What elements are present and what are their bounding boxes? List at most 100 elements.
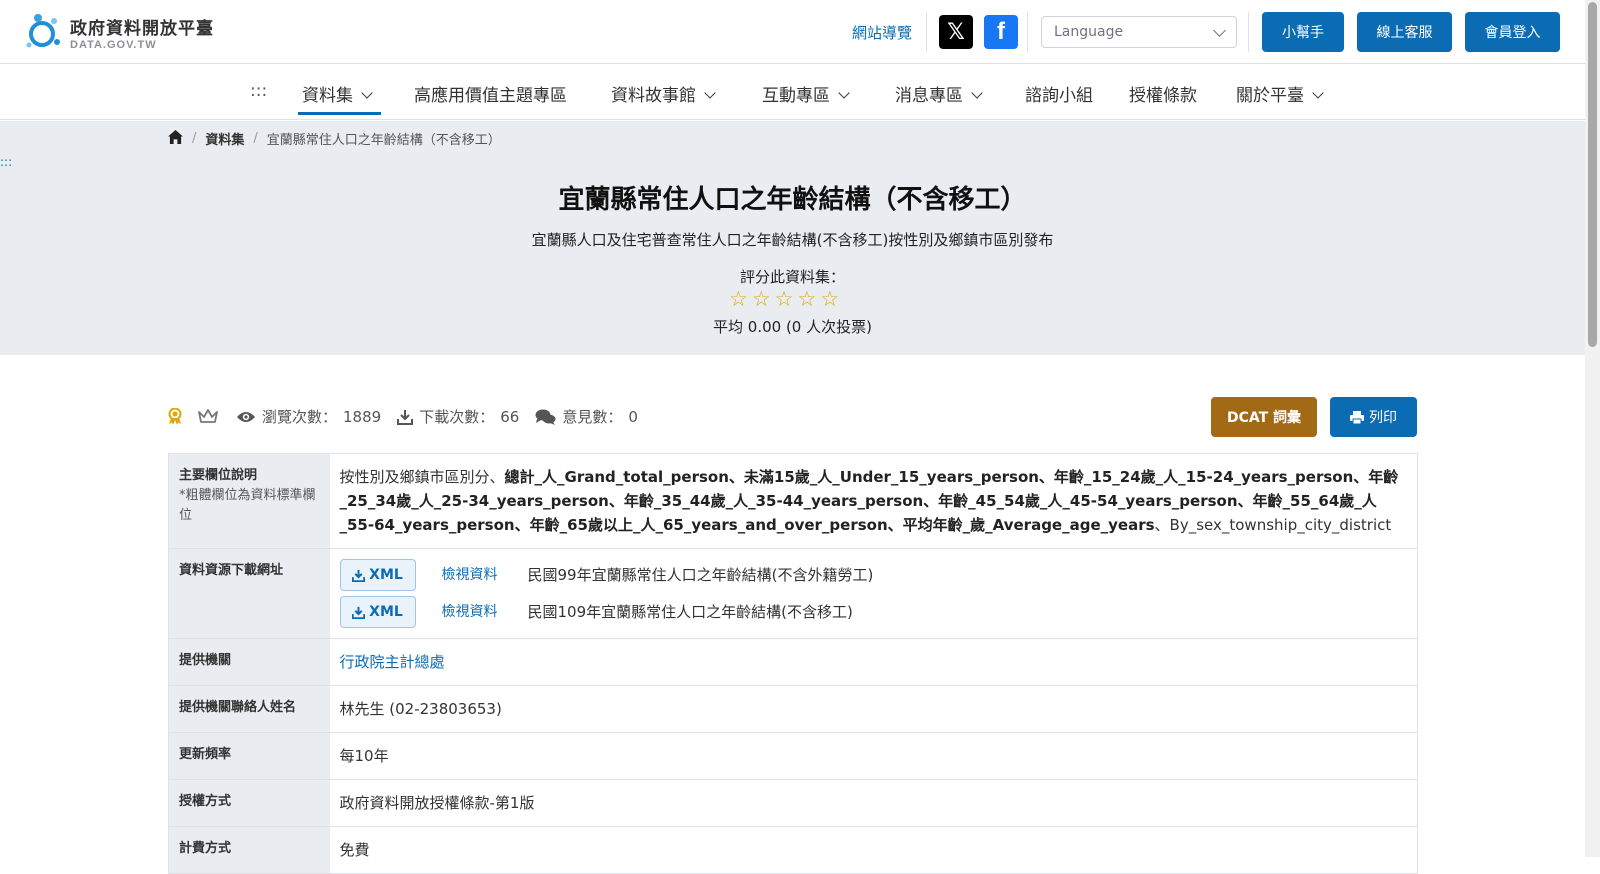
row-header: 資料資源下載網址 xyxy=(168,548,330,639)
frequency-value: 每10年 xyxy=(329,732,1418,780)
chevron-down-icon xyxy=(361,87,373,99)
nav-item-label: 資料故事館 xyxy=(611,86,696,106)
fields-prefix: 按性別及鄉鎮市區別分、 xyxy=(339,468,505,486)
star-icon[interactable]: ☆ xyxy=(752,289,771,310)
nav-item-high-value[interactable]: 高應用價值主題專區 xyxy=(414,81,567,106)
nav-item-advisory[interactable]: 諮詢小組 xyxy=(1025,81,1093,106)
language-select-value: Language xyxy=(1054,24,1124,40)
print-label: 列印 xyxy=(1369,410,1397,426)
eye-icon xyxy=(236,410,256,424)
nav-item-license[interactable]: 授權條款 xyxy=(1129,81,1197,106)
nav-item-label: 授權條款 xyxy=(1129,86,1197,106)
downloads-count: 66 xyxy=(500,407,520,426)
chevron-down-icon xyxy=(1213,24,1226,37)
x-twitter-icon[interactable]: 𝕏 xyxy=(939,15,973,49)
dcat-vocabulary-button[interactable]: DCAT 詞彙 xyxy=(1211,397,1317,437)
table-row: 更新頻率 每10年 xyxy=(168,732,1418,780)
star-icon[interactable]: ☆ xyxy=(820,289,839,310)
resource-name: 民國99年宜蘭縣常住人口之年齡結構(不含外籍勞工) xyxy=(527,566,874,584)
rating-average: 平均 0.00 (0 人次投票) xyxy=(713,318,872,336)
dataset-hero: / 資料集 / 宜蘭縣常住人口之年齡結構（不含移工） ::: 宜蘭縣常住人口之年… xyxy=(0,121,1585,355)
table-row: 提供機關 行政院主計總處 xyxy=(168,638,1418,686)
download-icon xyxy=(352,606,366,619)
row-header: 提供機關 xyxy=(168,638,330,686)
sitemap-link[interactable]: 網站導覽 xyxy=(852,22,912,43)
fields-note: *粗體欄位為資料標準欄位 xyxy=(179,488,316,524)
rating-stars: ☆ ☆ ☆ ☆ ☆ xyxy=(729,289,839,310)
row-header: 主要欄位說明 *粗體欄位為資料標準欄位 xyxy=(168,453,330,549)
views-count: 1889 xyxy=(343,407,382,426)
nav-item-about[interactable]: 關於平臺 xyxy=(1236,81,1324,106)
facebook-icon[interactable]: f xyxy=(984,15,1018,49)
table-row: 計費方式 免費 xyxy=(168,826,1418,874)
star-icon[interactable]: ☆ xyxy=(775,289,794,310)
page-title: 宜蘭縣常住人口之年齡結構（不含移工） xyxy=(558,185,1027,215)
divider xyxy=(1027,12,1028,52)
xml-download-button[interactable]: XML xyxy=(339,596,416,628)
views-stat: 瀏覽次數： 1889 xyxy=(236,406,381,427)
crown-icon xyxy=(198,409,218,424)
site-logo[interactable]: 政府資料開放平臺 DATA.GOV.TW xyxy=(24,12,214,52)
license-value: 政府資料開放授權條款-第1版 xyxy=(329,779,1418,827)
table-row: 資料資源下載網址 XML 檢視資料 民國99年宜蘭縣常住人口之年齡結構(不含外籍… xyxy=(168,548,1418,639)
nav-anchor[interactable]: ::: xyxy=(250,81,267,101)
online-support-button[interactable]: 線上客服 xyxy=(1357,12,1452,52)
print-button[interactable]: 列印 xyxy=(1330,397,1417,437)
downloads-stat: 下載次數： 66 xyxy=(397,406,519,427)
nav-item-interactive[interactable]: 互動專區 xyxy=(762,81,850,106)
logo-icon xyxy=(24,12,64,52)
top-header: 政府資料開放平臺 DATA.GOV.TW 網站導覽 𝕏 f Language 小… xyxy=(0,0,1585,64)
format-label: XML xyxy=(369,603,403,620)
xml-download-button[interactable]: XML xyxy=(339,559,416,591)
provider-link[interactable]: 行政院主計總處 xyxy=(340,653,445,671)
fields-value: 按性別及鄉鎮市區別分、總計_人_Grand_total_person、未滿15歲… xyxy=(329,453,1418,549)
nav-item-datasets[interactable]: 資料集 xyxy=(302,81,373,106)
views-label: 瀏覽次數： xyxy=(262,408,338,426)
comments-icon xyxy=(535,409,556,425)
nav-item-label: 互動專區 xyxy=(762,86,830,106)
breadcrumb-current: 宜蘭縣常住人口之年齡結構（不含移工） xyxy=(266,133,501,148)
page-scrollbar-thumb[interactable] xyxy=(1588,2,1597,347)
table-row: 授權方式 政府資料開放授權條款-第1版 xyxy=(168,779,1418,827)
breadcrumb: / 資料集 / 宜蘭縣常住人口之年齡結構（不含移工） xyxy=(168,129,501,148)
dataset-stats: 瀏覽次數： 1889 下載次數： 66 意見數： 0 xyxy=(168,406,654,427)
comments-count: 0 xyxy=(628,407,638,426)
download-item: XML 檢視資料 民國99年宜蘭縣常住人口之年齡結構(不含外籍勞工) xyxy=(339,559,1408,591)
fields-suffix: 、By_sex_township_city_district xyxy=(1154,516,1392,534)
chevron-down-icon xyxy=(1312,87,1324,99)
star-icon[interactable]: ☆ xyxy=(729,289,748,310)
contact-value: 林先生 (02-23803653) xyxy=(329,685,1418,733)
nav-item-label: 關於平臺 xyxy=(1236,86,1304,106)
nav-item-news[interactable]: 消息專區 xyxy=(895,81,983,106)
nav-active-indicator xyxy=(298,112,381,115)
view-data-link[interactable]: 檢視資料 xyxy=(442,601,524,623)
nav-item-label: 諮詢小組 xyxy=(1025,86,1093,106)
home-icon[interactable] xyxy=(168,129,183,148)
fee-value: 免費 xyxy=(329,826,1418,874)
rating-label: 評分此資料集： xyxy=(739,268,845,286)
helper-button[interactable]: 小幫手 xyxy=(1262,12,1344,52)
chevron-down-icon xyxy=(971,87,983,99)
award-badge-icon xyxy=(168,408,182,425)
format-label: XML xyxy=(369,566,403,583)
view-data-link[interactable]: 檢視資料 xyxy=(442,564,524,586)
main-nav: ::: 資料集 高應用價值主題專區 資料故事館 互動專區 消息專區 諮詢小組 授… xyxy=(0,64,1585,120)
logo-subtitle: DATA.GOV.TW xyxy=(70,38,157,51)
member-login-button[interactable]: 會員登入 xyxy=(1465,12,1560,52)
star-icon[interactable]: ☆ xyxy=(797,289,816,310)
nav-item-stories[interactable]: 資料故事館 xyxy=(611,81,716,106)
chevron-down-icon xyxy=(704,87,716,99)
nav-item-label: 高應用價值主題專區 xyxy=(414,86,567,106)
row-header: 更新頻率 xyxy=(168,732,330,780)
table-row: 主要欄位說明 *粗體欄位為資料標準欄位 按性別及鄉鎮市區別分、總計_人_Gran… xyxy=(168,453,1418,549)
row-header: 計費方式 xyxy=(168,826,330,874)
comments-stat: 意見數： 0 xyxy=(535,406,638,427)
nav-item-label: 消息專區 xyxy=(895,86,963,106)
dataset-info-table: 主要欄位說明 *粗體欄位為資料標準欄位 按性別及鄉鎮市區別分、總計_人_Gran… xyxy=(168,453,1418,874)
content-anchor[interactable]: ::: xyxy=(0,155,12,169)
language-select[interactable]: Language xyxy=(1041,16,1237,48)
breadcrumb-datasets[interactable]: 資料集 xyxy=(205,129,244,148)
divider xyxy=(1248,12,1249,52)
chevron-down-icon xyxy=(838,87,850,99)
resource-name: 民國109年宜蘭縣常住人口之年齡結構(不含移工) xyxy=(527,603,853,621)
